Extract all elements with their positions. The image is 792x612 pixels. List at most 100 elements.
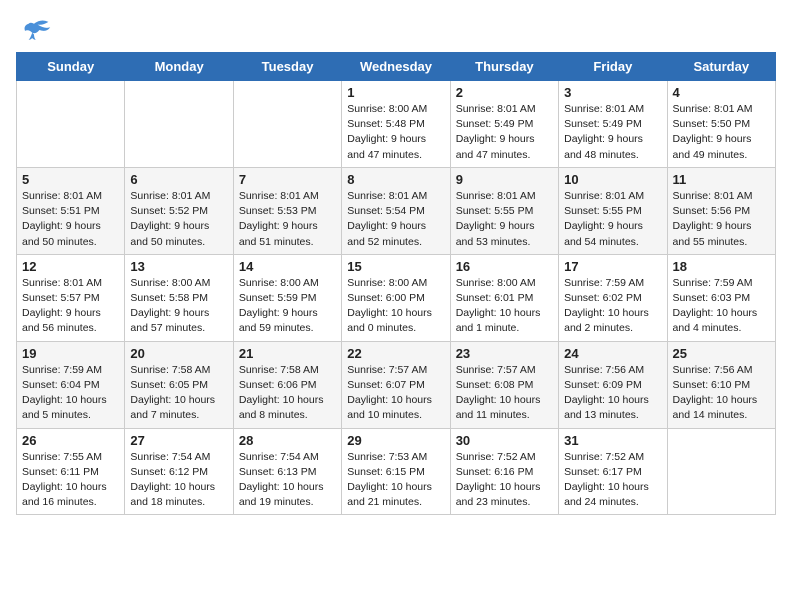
day-info: Sunrise: 7:59 AM Sunset: 6:02 PM Dayligh… xyxy=(564,276,661,337)
calendar-cell: 30Sunrise: 7:52 AM Sunset: 6:16 PM Dayli… xyxy=(450,428,558,515)
day-info: Sunrise: 7:54 AM Sunset: 6:12 PM Dayligh… xyxy=(130,450,227,511)
calendar-cell: 9 Sunrise: 8:01 AM Sunset: 5:55 PM Daylig… xyxy=(450,167,558,254)
calendar-cell: 5 Sunrise: 8:01 AM Sunset: 5:51 PM Daylig… xyxy=(17,167,125,254)
calendar-cell: 23 Sunrise: 7:57 AM Sunset: 6:08 PM Dayli… xyxy=(450,341,558,428)
day-number: 26 xyxy=(22,433,119,448)
day-number: 25 xyxy=(673,346,770,361)
calendar-cell: 31 Sunrise: 7:52 AM Sunset: 6:17 PM Dayli… xyxy=(559,428,667,515)
calendar-cell: 13 Sunrise: 8:00 AM Sunset: 5:58 PM Dayli… xyxy=(125,254,233,341)
day-info: Sunrise: 7:59 AM Sunset: 6:04 PM Dayligh… xyxy=(22,363,119,424)
calendar-body: 1Sunrise: 8:00 AM Sunset: 5:48 PM Daylig… xyxy=(17,81,776,515)
calendar-cell: 17 Sunrise: 7:59 AM Sunset: 6:02 PM Dayli… xyxy=(559,254,667,341)
day-info: Sunrise: 8:01 AM Sunset: 5:53 PM Dayligh… xyxy=(239,189,336,250)
day-number: 14 xyxy=(239,259,336,274)
day-info: Sunrise: 8:01 AM Sunset: 5:49 PM Dayligh… xyxy=(456,102,553,163)
calendar-cell: 15Sunrise: 8:00 AM Sunset: 6:00 PM Dayli… xyxy=(342,254,450,341)
day-info: Sunrise: 7:53 AM Sunset: 6:15 PM Dayligh… xyxy=(347,450,444,511)
day-info: Sunrise: 8:01 AM Sunset: 5:51 PM Dayligh… xyxy=(22,189,119,250)
day-info: Sunrise: 7:56 AM Sunset: 6:09 PM Dayligh… xyxy=(564,363,661,424)
day-number: 9 xyxy=(456,172,553,187)
day-number: 28 xyxy=(239,433,336,448)
calendar-table: SundayMondayTuesdayWednesdayThursdayFrid… xyxy=(16,52,776,515)
header-cell-monday: Monday xyxy=(125,53,233,81)
day-info: Sunrise: 7:55 AM Sunset: 6:11 PM Dayligh… xyxy=(22,450,119,511)
day-number: 6 xyxy=(130,172,227,187)
calendar-cell: 24 Sunrise: 7:56 AM Sunset: 6:09 PM Dayli… xyxy=(559,341,667,428)
calendar-cell xyxy=(233,81,341,168)
day-info: Sunrise: 8:01 AM Sunset: 5:55 PM Dayligh… xyxy=(564,189,661,250)
day-number: 18 xyxy=(673,259,770,274)
day-info: Sunrise: 8:01 AM Sunset: 5:50 PM Dayligh… xyxy=(673,102,770,163)
day-number: 2 xyxy=(456,85,553,100)
calendar-cell xyxy=(125,81,233,168)
day-number: 4 xyxy=(673,85,770,100)
calendar-cell: 8 Sunrise: 8:01 AM Sunset: 5:54 PM Daylig… xyxy=(342,167,450,254)
day-number: 17 xyxy=(564,259,661,274)
day-number: 15 xyxy=(347,259,444,274)
week-row: 19 Sunrise: 7:59 AM Sunset: 6:04 PM Dayli… xyxy=(17,341,776,428)
calendar-cell: 28 Sunrise: 7:54 AM Sunset: 6:13 PM Dayli… xyxy=(233,428,341,515)
day-number: 22 xyxy=(347,346,444,361)
day-number: 24 xyxy=(564,346,661,361)
header-cell-saturday: Saturday xyxy=(667,53,775,81)
day-info: Sunrise: 7:54 AM Sunset: 6:13 PM Dayligh… xyxy=(239,450,336,511)
day-number: 21 xyxy=(239,346,336,361)
day-info: Sunrise: 7:57 AM Sunset: 6:07 PM Dayligh… xyxy=(347,363,444,424)
day-info: Sunrise: 7:56 AM Sunset: 6:10 PM Dayligh… xyxy=(673,363,770,424)
day-info: Sunrise: 8:00 AM Sunset: 5:58 PM Dayligh… xyxy=(130,276,227,337)
calendar-cell xyxy=(17,81,125,168)
calendar-cell: 27 Sunrise: 7:54 AM Sunset: 6:12 PM Dayli… xyxy=(125,428,233,515)
day-number: 19 xyxy=(22,346,119,361)
calendar-cell: 14 Sunrise: 8:00 AM Sunset: 5:59 PM Dayli… xyxy=(233,254,341,341)
calendar-cell: 12Sunrise: 8:01 AM Sunset: 5:57 PM Dayli… xyxy=(17,254,125,341)
calendar-cell: 3 Sunrise: 8:01 AM Sunset: 5:49 PM Daylig… xyxy=(559,81,667,168)
header-cell-friday: Friday xyxy=(559,53,667,81)
day-info: Sunrise: 7:52 AM Sunset: 6:17 PM Dayligh… xyxy=(564,450,661,511)
day-number: 13 xyxy=(130,259,227,274)
day-number: 3 xyxy=(564,85,661,100)
logo-bird-icon xyxy=(16,16,52,44)
day-info: Sunrise: 8:00 AM Sunset: 5:48 PM Dayligh… xyxy=(347,102,444,163)
day-info: Sunrise: 8:00 AM Sunset: 5:59 PM Dayligh… xyxy=(239,276,336,337)
calendar-cell: 22 Sunrise: 7:57 AM Sunset: 6:07 PM Dayli… xyxy=(342,341,450,428)
calendar-cell: 2 Sunrise: 8:01 AM Sunset: 5:49 PM Daylig… xyxy=(450,81,558,168)
day-number: 23 xyxy=(456,346,553,361)
day-info: Sunrise: 7:57 AM Sunset: 6:08 PM Dayligh… xyxy=(456,363,553,424)
day-info: Sunrise: 8:01 AM Sunset: 5:56 PM Dayligh… xyxy=(673,189,770,250)
day-info: Sunrise: 8:01 AM Sunset: 5:49 PM Dayligh… xyxy=(564,102,661,163)
day-number: 8 xyxy=(347,172,444,187)
calendar-cell: 4 Sunrise: 8:01 AM Sunset: 5:50 PM Daylig… xyxy=(667,81,775,168)
calendar-cell: 16 Sunrise: 8:00 AM Sunset: 6:01 PM Dayli… xyxy=(450,254,558,341)
day-info: Sunrise: 8:01 AM Sunset: 5:52 PM Dayligh… xyxy=(130,189,227,250)
calendar-cell: 26 Sunrise: 7:55 AM Sunset: 6:11 PM Dayli… xyxy=(17,428,125,515)
calendar-cell: 25 Sunrise: 7:56 AM Sunset: 6:10 PM Dayli… xyxy=(667,341,775,428)
day-number: 16 xyxy=(456,259,553,274)
week-row: 1Sunrise: 8:00 AM Sunset: 5:48 PM Daylig… xyxy=(17,81,776,168)
day-info: Sunrise: 7:52 AM Sunset: 6:16 PM Dayligh… xyxy=(456,450,553,511)
day-info: Sunrise: 7:59 AM Sunset: 6:03 PM Dayligh… xyxy=(673,276,770,337)
day-info: Sunrise: 8:01 AM Sunset: 5:55 PM Dayligh… xyxy=(456,189,553,250)
calendar-cell xyxy=(667,428,775,515)
header-cell-tuesday: Tuesday xyxy=(233,53,341,81)
calendar-cell: 21 Sunrise: 7:58 AM Sunset: 6:06 PM Dayli… xyxy=(233,341,341,428)
day-number: 5 xyxy=(22,172,119,187)
day-number: 20 xyxy=(130,346,227,361)
day-info: Sunrise: 7:58 AM Sunset: 6:05 PM Dayligh… xyxy=(130,363,227,424)
day-info: Sunrise: 8:01 AM Sunset: 5:57 PM Dayligh… xyxy=(22,276,119,337)
calendar-cell: 20 Sunrise: 7:58 AM Sunset: 6:05 PM Dayli… xyxy=(125,341,233,428)
calendar-cell: 29Sunrise: 7:53 AM Sunset: 6:15 PM Dayli… xyxy=(342,428,450,515)
calendar-cell: 6 Sunrise: 8:01 AM Sunset: 5:52 PM Daylig… xyxy=(125,167,233,254)
calendar-cell: 10Sunrise: 8:01 AM Sunset: 5:55 PM Dayli… xyxy=(559,167,667,254)
header-row: SundayMondayTuesdayWednesdayThursdayFrid… xyxy=(17,53,776,81)
day-number: 7 xyxy=(239,172,336,187)
day-info: Sunrise: 8:01 AM Sunset: 5:54 PM Dayligh… xyxy=(347,189,444,250)
day-number: 31 xyxy=(564,433,661,448)
logo-area xyxy=(16,16,56,44)
week-row: 26 Sunrise: 7:55 AM Sunset: 6:11 PM Dayli… xyxy=(17,428,776,515)
header-cell-thursday: Thursday xyxy=(450,53,558,81)
day-number: 27 xyxy=(130,433,227,448)
day-info: Sunrise: 7:58 AM Sunset: 6:06 PM Dayligh… xyxy=(239,363,336,424)
calendar-cell: 7 Sunrise: 8:01 AM Sunset: 5:53 PM Daylig… xyxy=(233,167,341,254)
calendar-cell: 1Sunrise: 8:00 AM Sunset: 5:48 PM Daylig… xyxy=(342,81,450,168)
day-info: Sunrise: 8:00 AM Sunset: 6:01 PM Dayligh… xyxy=(456,276,553,337)
